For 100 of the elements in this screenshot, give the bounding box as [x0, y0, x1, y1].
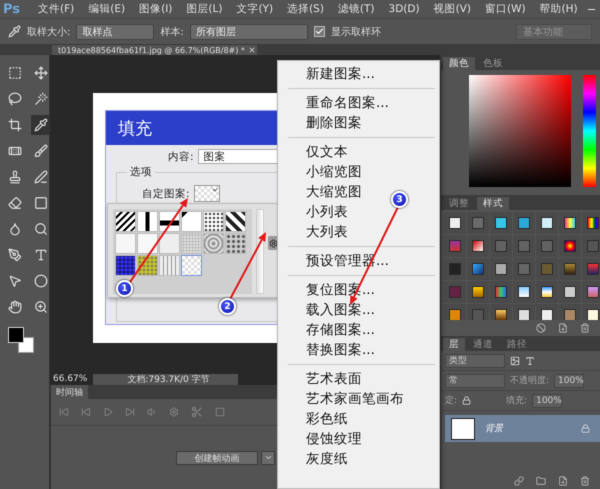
menu-item[interactable]: 存储图案... — [278, 320, 375, 340]
lock-icon[interactable] — [462, 396, 472, 405]
trash-icon[interactable] — [580, 323, 590, 333]
document-tab[interactable]: t019ace88564fba61f1.jpg @ 66.7%(RGB/8#) * — [52, 45, 257, 55]
menu-item[interactable]: 艺术表面 — [278, 369, 362, 389]
style-swatch[interactable] — [495, 286, 507, 298]
sample-select[interactable]: 所有图层 — [190, 24, 308, 40]
menu-item[interactable]: 艺术家画笔画布 — [278, 389, 404, 409]
opacity-field[interactable]: 100% — [554, 374, 584, 388]
panel-tab[interactable]: 调整 — [443, 197, 475, 210]
pattern-swatch[interactable] — [203, 233, 224, 254]
style-swatch[interactable] — [518, 240, 530, 252]
style-swatch[interactable] — [495, 240, 507, 252]
menu-item[interactable]: 侵蚀纹理 — [278, 429, 362, 449]
menu-item[interactable]: 文件(F) — [32, 2, 80, 16]
pattern-swatch[interactable] — [181, 255, 202, 276]
pattern-swatch[interactable] — [137, 211, 158, 232]
style-swatch[interactable] — [472, 309, 484, 320]
pattern-swatch[interactable] — [181, 233, 202, 254]
style-swatch[interactable] — [495, 217, 507, 229]
menu-item[interactable]: 选择(S) — [281, 2, 330, 16]
panel-tab[interactable]: 样式 — [477, 197, 509, 210]
pattern-swatch[interactable] — [225, 233, 246, 254]
menu-item[interactable]: 图层(L) — [180, 2, 228, 16]
menu-item[interactable]: 滤镜(T) — [332, 2, 381, 16]
style-swatch[interactable] — [449, 309, 461, 320]
menu-item[interactable]: 3D(D) — [382, 3, 426, 15]
fill-field[interactable]: 100% — [532, 394, 562, 408]
panel-tab[interactable]: 颜色 — [443, 57, 475, 70]
new-layer-icon[interactable] — [558, 476, 568, 486]
menu-item[interactable]: 帮助(H) — [534, 2, 584, 16]
close-icon[interactable] — [248, 46, 256, 54]
menu-item[interactable]: 窗口(W) — [478, 2, 532, 16]
menu-item[interactable]: 载入图案... — [278, 300, 375, 320]
menu-item[interactable]: 彩色纸 — [278, 409, 348, 429]
create-animation-button[interactable]: 创建帧动画 — [176, 450, 258, 464]
panel-tab[interactable]: 色板 — [477, 57, 509, 70]
layer-row[interactable]: 背景 — [445, 415, 600, 442]
style-swatch[interactable] — [472, 286, 484, 298]
timeline-tab[interactable]: 时间轴 — [51, 385, 88, 399]
style-swatch[interactable] — [587, 263, 599, 275]
menu-item[interactable]: 小列表 — [278, 202, 348, 222]
style-swatch[interactable] — [472, 263, 484, 275]
pattern-swatch[interactable] — [225, 211, 246, 232]
style-swatch[interactable] — [472, 240, 484, 252]
checkbox[interactable] — [314, 26, 325, 37]
trash-icon[interactable] — [580, 476, 590, 486]
panel-tab[interactable]: 路径 — [501, 338, 533, 351]
style-swatch[interactable] — [449, 263, 461, 275]
style-swatch[interactable] — [587, 309, 599, 320]
pattern-button[interactable] — [194, 185, 220, 202]
pattern-swatch[interactable] — [115, 233, 136, 254]
style-swatch[interactable] — [495, 263, 507, 275]
eyedropper-icon[interactable] — [8, 25, 21, 38]
pattern-swatch[interactable] — [115, 211, 136, 232]
style-swatch[interactable] — [564, 286, 576, 298]
new-style-icon[interactable] — [558, 323, 568, 333]
style-swatch[interactable] — [564, 263, 576, 275]
style-swatch[interactable] — [541, 240, 553, 252]
pattern-swatch[interactable] — [181, 211, 202, 232]
style-swatch[interactable] — [587, 286, 599, 298]
style-swatch[interactable] — [541, 309, 553, 320]
style-swatch[interactable] — [495, 309, 507, 320]
menu-item[interactable]: 大列表 — [278, 222, 348, 242]
image-filter-icon[interactable] — [510, 356, 520, 366]
pattern-swatch[interactable] — [137, 233, 158, 254]
menu-item[interactable]: 替换图案... — [278, 340, 375, 360]
menu-item[interactable]: 新建图案... — [278, 64, 375, 84]
menu-item[interactable]: 删除图案 — [278, 113, 362, 133]
style-swatch[interactable] — [541, 217, 553, 229]
menu-item[interactable]: 编辑(E) — [82, 2, 132, 16]
scroll-bar[interactable] — [256, 209, 264, 294]
style-swatch[interactable] — [587, 217, 599, 229]
style-swatch[interactable] — [449, 286, 461, 298]
folder-icon[interactable] — [536, 476, 546, 486]
pattern-swatch[interactable] — [159, 255, 180, 276]
filter-select[interactable]: 类型 — [445, 354, 505, 368]
menu-item[interactable]: 灰度纸 — [278, 449, 348, 469]
pattern-swatch[interactable] — [115, 255, 136, 276]
style-swatch[interactable] — [518, 286, 530, 298]
style-swatch[interactable] — [564, 309, 576, 320]
style-swatch[interactable] — [587, 240, 599, 252]
eyedropper-icon[interactable] — [31, 115, 51, 135]
menu-item[interactable]: 大缩览图 — [278, 182, 362, 202]
style-swatch[interactable] — [518, 309, 530, 320]
style-swatch[interactable] — [564, 240, 576, 252]
hue-spectrum[interactable] — [583, 75, 596, 187]
style-swatch[interactable] — [472, 217, 484, 229]
pattern-swatch[interactable] — [203, 211, 224, 232]
menu-item[interactable]: 视图(V) — [428, 2, 477, 16]
menu-item[interactable]: 重命名图案... — [278, 93, 389, 113]
sample-size-select[interactable]: 取样点 — [76, 24, 154, 40]
menu-item[interactable]: 文字(Y) — [230, 2, 280, 16]
panel-tab[interactable]: 层 — [443, 338, 465, 351]
text-filter-icon[interactable] — [525, 356, 535, 366]
link-icon[interactable] — [514, 476, 524, 486]
blend-mode-select[interactable]: 常 — [445, 374, 505, 388]
menu-item[interactable]: 图像(I) — [133, 2, 178, 16]
style-swatch[interactable] — [541, 263, 553, 275]
menu-item[interactable]: 小缩览图 — [278, 162, 362, 182]
